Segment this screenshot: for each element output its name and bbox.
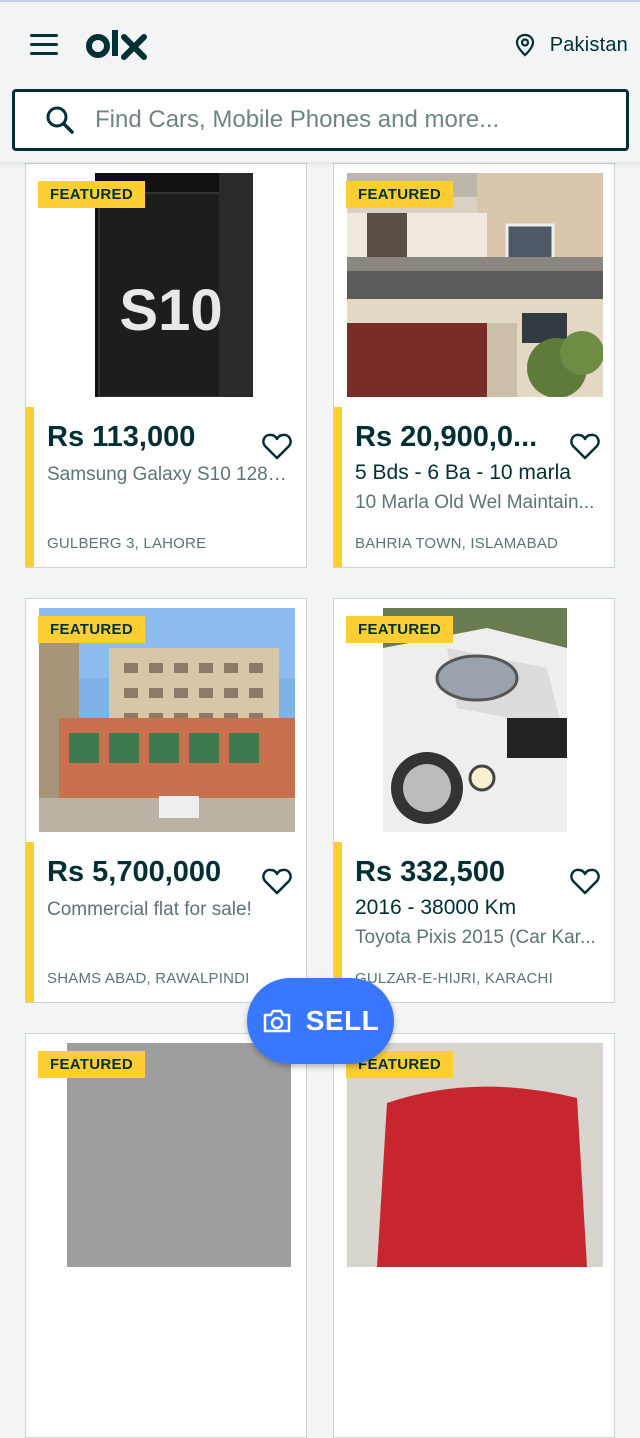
listing-title: Commercial flat for sale! <box>47 899 252 920</box>
location-label: Pakistan <box>549 33 628 56</box>
olx-logo[interactable] <box>86 24 150 64</box>
featured-badge: FEATURED <box>38 1051 145 1078</box>
listing-price: Rs 113,000 <box>47 421 196 453</box>
listing-card[interactable]: FEATURED Rs 5,700,000 Commercial flat fo… <box>25 598 307 1003</box>
favorite-heart-icon[interactable] <box>570 432 600 460</box>
phone-box-text: S10 <box>119 278 222 343</box>
listing-location: GULBERG 3, LAHORE <box>47 535 207 552</box>
listing-price: Rs 5,700,000 <box>47 856 222 888</box>
favorite-heart-icon[interactable] <box>570 867 600 895</box>
favorite-heart-icon[interactable] <box>262 432 292 460</box>
listing-title: Toyota Pixis 2015 (Car Kar... <box>355 927 596 948</box>
top-bar: Pakistan <box>0 0 640 162</box>
listing-details: 2016 - 38000 Km <box>355 896 517 919</box>
listing-card[interactable]: FEATURED Rs 332,500 2016 - 38000 Km Toyo… <box>333 598 615 1003</box>
listing-card[interactable]: FEATURED <box>25 1033 307 1438</box>
listing-card[interactable]: S10 FEATURED Rs 113,000 Samsung Galaxy S… <box>25 163 307 568</box>
listing-location: SHAMS ABAD, RAWALPINDI <box>47 970 250 987</box>
listing-price: Rs 332,500 <box>355 856 505 888</box>
location-pin-icon <box>515 33 534 57</box>
search-bar[interactable] <box>12 89 629 151</box>
search-icon <box>46 106 74 134</box>
featured-accent <box>334 407 342 567</box>
sell-button[interactable]: SELL <box>247 978 394 1064</box>
featured-badge: FEATURED <box>38 181 145 208</box>
featured-accent <box>26 407 34 567</box>
listing-details: 5 Bds - 6 Ba - 10 marla <box>355 461 571 484</box>
hamburger-menu-icon[interactable] <box>30 34 58 56</box>
search-input[interactable] <box>93 105 567 135</box>
listing-title: Samsung Galaxy S10 128G... <box>47 464 297 485</box>
listing-title: 10 Marla Old Wel Maintain... <box>355 492 595 513</box>
sell-label: SELL <box>305 1005 380 1036</box>
listing-location: GULZAR-E-HIJRI, KARACHI <box>355 970 553 987</box>
listing-card[interactable]: FEATURED Rs 20,900,0... 5 Bds - 6 Ba - 1… <box>333 163 615 568</box>
listing-location: BAHRIA TOWN, ISLAMABAD <box>355 535 559 552</box>
featured-badge: FEATURED <box>38 616 145 643</box>
listing-card[interactable]: FEATURED <box>333 1033 615 1438</box>
featured-accent <box>26 842 34 1002</box>
featured-badge: FEATURED <box>346 181 453 208</box>
listing-price: Rs 20,900,0... <box>355 421 538 453</box>
camera-icon <box>263 1009 290 1033</box>
featured-badge: FEATURED <box>346 616 453 643</box>
favorite-heart-icon[interactable] <box>262 867 292 895</box>
location-selector[interactable]: Pakistan <box>514 30 628 60</box>
